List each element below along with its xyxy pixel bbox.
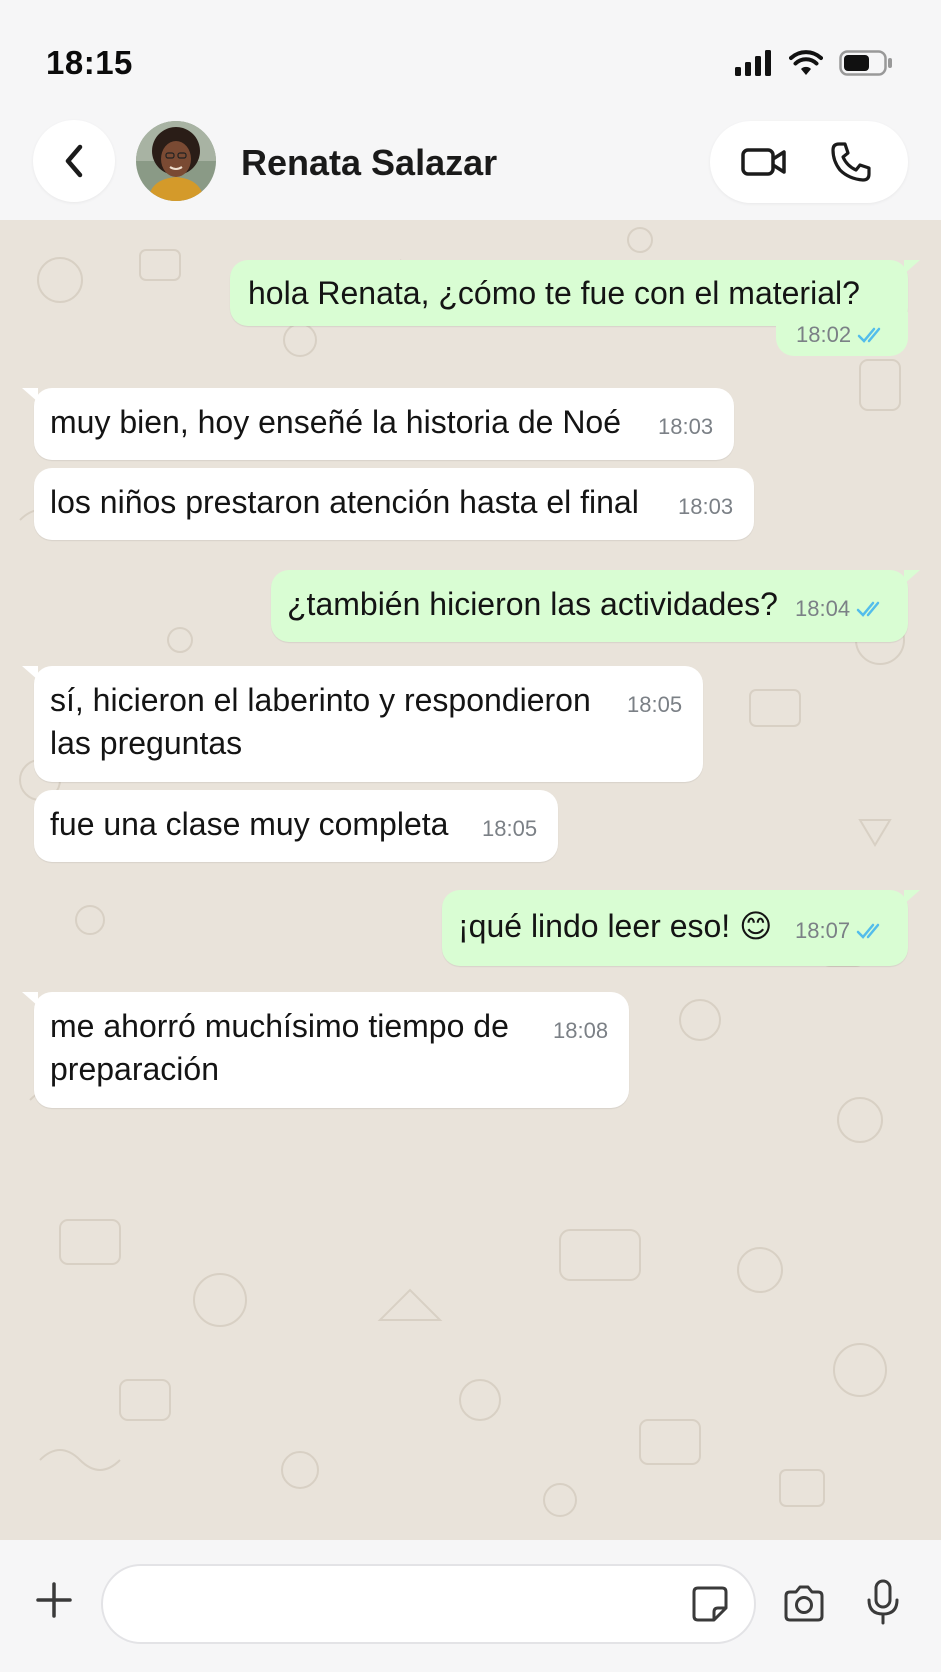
- message-text: hola Renata, ¿cómo te fue con el materia…: [248, 275, 860, 311]
- message-bubble-outgoing[interactable]: ¡qué lindo leer eso! 😊 18:07: [442, 890, 920, 966]
- voice-call-button[interactable]: [828, 139, 874, 185]
- call-actions: [710, 121, 908, 203]
- message-text: ¿también hicieron las actividades?: [287, 586, 778, 622]
- contact-name[interactable]: Renata Salazar: [241, 142, 497, 184]
- chat-header: Renata Salazar: [0, 112, 941, 220]
- message-meta: 18:05: [627, 693, 682, 717]
- battery-icon: [839, 50, 892, 76]
- phone-icon: [831, 142, 871, 182]
- camera-icon[interactable]: [782, 1582, 826, 1626]
- message-text: ¡qué lindo leer eso! 😊: [458, 908, 773, 944]
- bubble-tail: [22, 992, 38, 1006]
- message-meta: 18:03: [678, 495, 733, 519]
- message-time: 18:08: [553, 1018, 609, 1043]
- avatar[interactable]: [136, 121, 216, 201]
- message-bubble-outgoing[interactable]: ¿también hicieron las actividades? 18:04: [271, 570, 920, 642]
- avatar-image: [136, 121, 216, 201]
- wifi-icon: [789, 50, 823, 75]
- message-text: los niños prestaron atención hasta el fi…: [50, 484, 639, 520]
- read-ticks-icon: [857, 327, 881, 343]
- message-meta: 18:03: [658, 415, 713, 439]
- video-call-button[interactable]: [740, 139, 788, 185]
- message-bubble-incoming[interactable]: me ahorró muchísimo tiempo de preparació…: [22, 992, 629, 1108]
- message-text-line-2: las preguntas: [50, 725, 243, 761]
- message-bubble-incoming[interactable]: sí, hicieron el laberinto y respondieron…: [22, 666, 703, 782]
- message-time: 18:04: [795, 596, 851, 621]
- read-ticks-icon: [856, 923, 880, 939]
- sticker-icon[interactable]: [690, 1584, 730, 1624]
- status-icons: [735, 50, 893, 76]
- message-meta: 18:07: [795, 919, 886, 943]
- message-time: 18:07: [795, 918, 851, 943]
- message-meta: 18:04: [795, 597, 886, 621]
- attach-plus-button[interactable]: [34, 1580, 74, 1620]
- message-meta-bubble: 18:02: [776, 312, 908, 356]
- message-time: 18:05: [482, 816, 538, 841]
- composer-bar: [0, 1540, 941, 1672]
- read-ticks-icon: [856, 601, 880, 617]
- bubble-tail: [904, 890, 920, 904]
- message-time: 18:05: [627, 692, 683, 717]
- status-time: 18:15: [46, 44, 133, 81]
- message-time: 18:03: [678, 494, 734, 519]
- bubble-tail: [22, 388, 38, 402]
- message-text: fue una clase muy completa: [50, 806, 449, 842]
- back-button[interactable]: [33, 120, 115, 202]
- message-meta: 18:02: [796, 323, 887, 347]
- message-text: muy bien, hoy enseñé la historia de Noé: [50, 404, 622, 440]
- message-bubble-incoming[interactable]: fue una clase muy completa 18:05: [34, 790, 558, 862]
- message-meta: 18:08: [553, 1019, 608, 1043]
- video-camera-icon: [741, 148, 786, 176]
- message-meta: 18:05: [482, 817, 537, 841]
- message-bubble-incoming[interactable]: los niños prestaron atención hasta el fi…: [34, 468, 754, 540]
- message-text-line-1: me ahorró muchísimo tiempo de: [50, 1008, 509, 1044]
- bubble-tail: [904, 570, 920, 584]
- status-bar: 18:15: [0, 0, 941, 120]
- signal-icon: [735, 50, 771, 76]
- message-time: 18:02: [796, 322, 852, 347]
- microphone-icon[interactable]: [864, 1578, 902, 1626]
- message-time: 18:03: [658, 414, 714, 439]
- chevron-left-icon: [65, 144, 83, 178]
- message-bubble-incoming[interactable]: muy bien, hoy enseñé la historia de Noé …: [22, 388, 734, 460]
- message-input[interactable]: [101, 1564, 756, 1644]
- message-text-line-2: preparación: [50, 1051, 219, 1087]
- bubble-tail: [904, 260, 920, 274]
- bubble-tail: [22, 666, 38, 680]
- chat-area[interactable]: hola Renata, ¿cómo te fue con el materia…: [0, 220, 941, 1540]
- message-text-line-1: sí, hicieron el laberinto y respondieron: [50, 682, 591, 718]
